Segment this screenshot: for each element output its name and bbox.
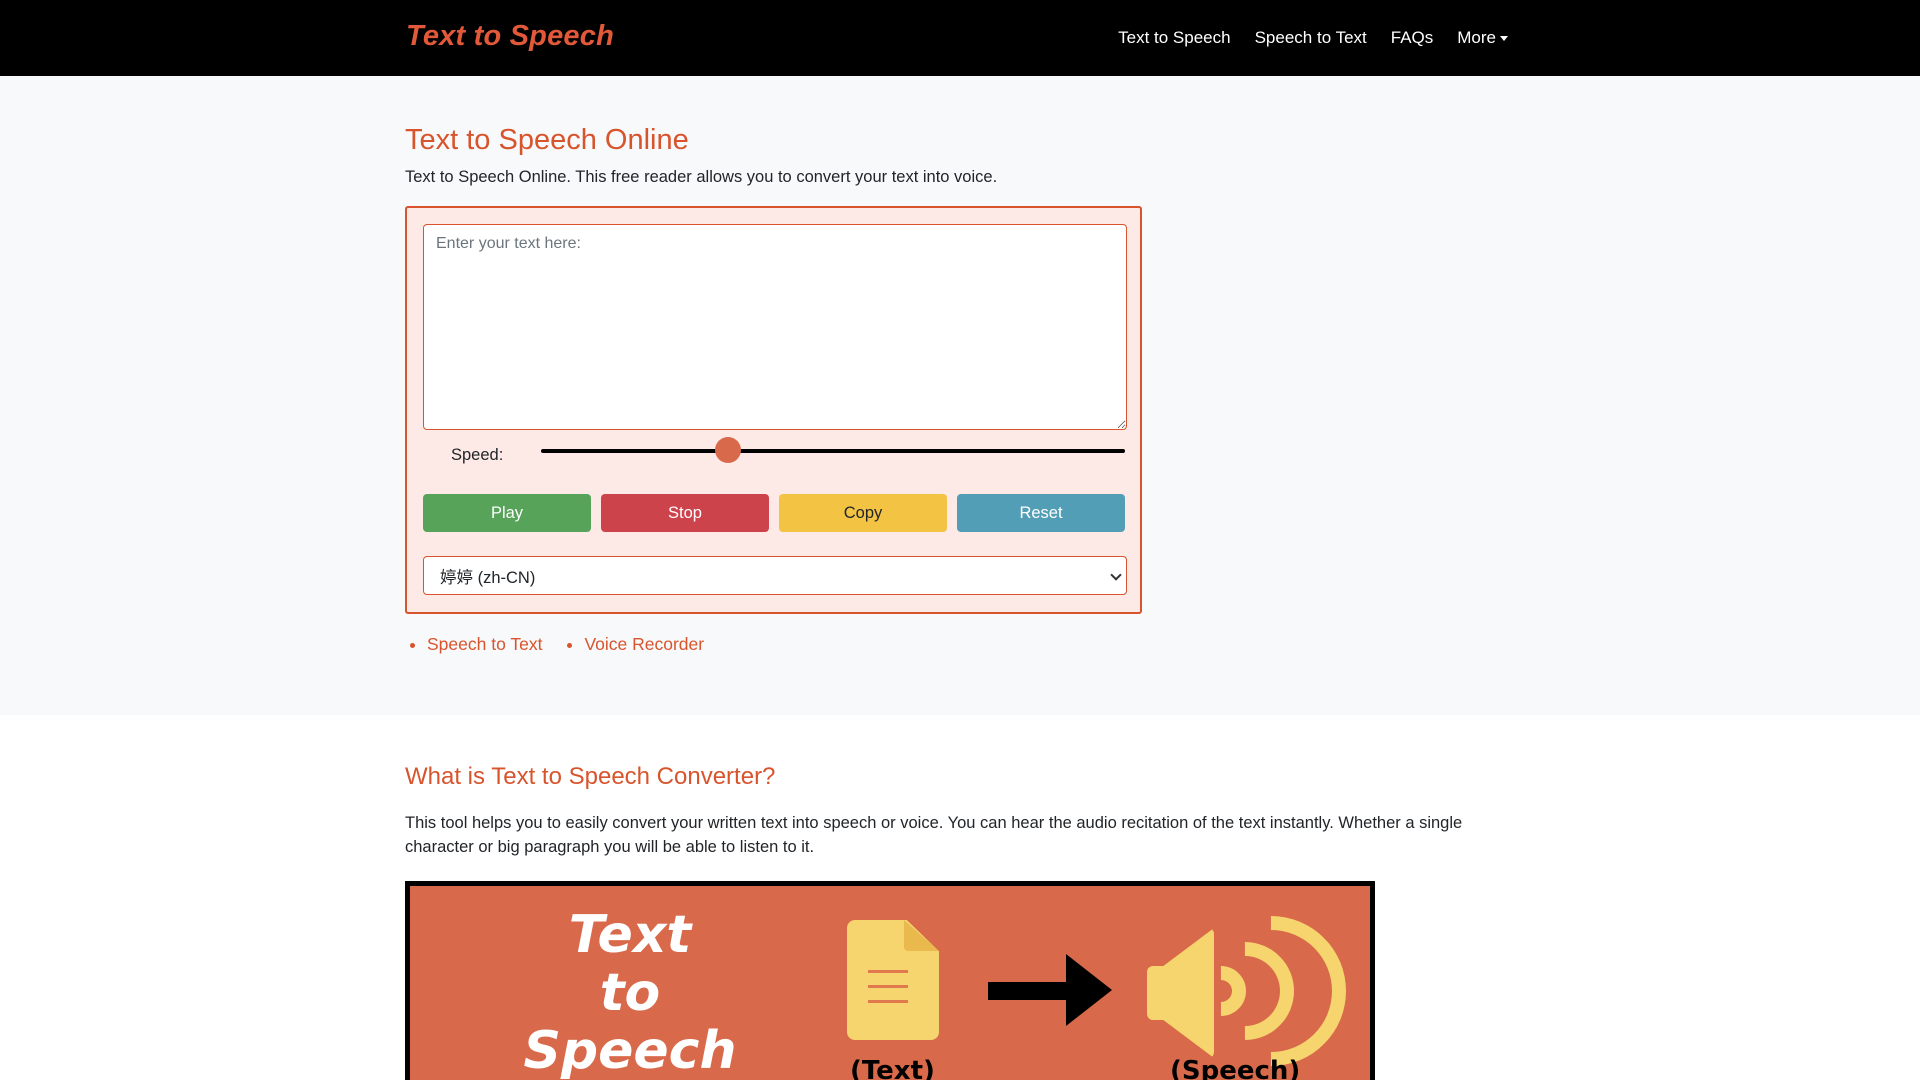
text-input[interactable] (423, 224, 1127, 430)
document-icon (847, 920, 939, 1040)
banner-caption-speech: (Speech) (1170, 1056, 1301, 1080)
related-links: Speech to Text Voice Recorder (427, 634, 704, 655)
banner-title-line: Text (568, 905, 692, 965)
page-lead: Text to Speech Online. This free reader … (405, 168, 998, 186)
navbar: Text to Speech Text to Speech Speech to … (0, 0, 1920, 76)
control-buttons: Play Stop Copy Reset (423, 494, 1125, 532)
speed-label: Speed: (451, 446, 504, 464)
speed-slider[interactable] (541, 437, 1125, 463)
brand-logo[interactable]: Text to Speech (406, 20, 614, 53)
hero-section: Text to Speech Online Text to Speech Onl… (0, 76, 1920, 715)
copy-button[interactable]: Copy (779, 494, 947, 532)
sound-wave (1164, 886, 1370, 1080)
arrow-right-icon (988, 982, 1078, 1000)
speed-slider-thumb[interactable] (714, 437, 741, 463)
reset-button[interactable]: Reset (957, 494, 1125, 532)
banner-title: Text to Speech (510, 906, 750, 1080)
nav-link-faqs[interactable]: FAQs (1391, 28, 1434, 48)
banner-title-line: Speech (523, 1021, 737, 1080)
page-title: Text to Speech Online (405, 124, 689, 156)
voice-select-value: 婷婷 (zh-CN) (440, 568, 536, 587)
section-title: What is Text to Speech Converter? (405, 763, 776, 790)
arrow-right-head (1066, 954, 1112, 1026)
link-speech-to-text[interactable]: Speech to Text (427, 634, 542, 655)
nav-links: Text to Speech Speech to Text FAQs More (1094, 0, 1508, 76)
nav-more-label: More (1457, 28, 1496, 47)
tts-banner-image: Text to Speech (Text) (Speech) (405, 881, 1375, 1080)
banner-title-line: to (599, 963, 661, 1023)
document-line (868, 970, 908, 973)
tts-tool-panel: Speed: Play Stop Copy Reset 婷婷 (zh-CN) (405, 206, 1142, 614)
banner-caption-text: (Text) (850, 1056, 935, 1080)
info-section: What is Text to Speech Converter? This t… (0, 715, 1920, 1080)
nav-link-text-to-speech[interactable]: Text to Speech (1118, 28, 1230, 48)
document-line (868, 985, 908, 988)
section-body: This tool helps you to easily convert yo… (405, 814, 1463, 856)
voice-select[interactable]: 婷婷 (zh-CN) (423, 556, 1127, 595)
play-button[interactable]: Play (423, 494, 591, 532)
document-line (868, 1000, 908, 1003)
stop-button[interactable]: Stop (601, 494, 769, 532)
link-voice-recorder[interactable]: Voice Recorder (584, 634, 704, 655)
caret-down-icon (1500, 36, 1508, 42)
chevron-down-icon (1110, 569, 1122, 581)
nav-dropdown-more[interactable]: More (1457, 28, 1508, 48)
nav-link-speech-to-text[interactable]: Speech to Text (1255, 28, 1367, 48)
